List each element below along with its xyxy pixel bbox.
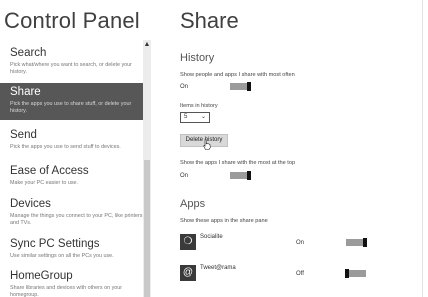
hand-cursor-icon xyxy=(203,139,211,150)
toggle-knob xyxy=(247,82,251,91)
items-in-history-select[interactable]: 5 ⌄ xyxy=(180,112,210,123)
nav-item-desc: Pick the apps you use to send stuff to d… xyxy=(10,144,121,150)
page-title: Share xyxy=(180,8,239,33)
nav-item-title: Sync PC Settings xyxy=(10,238,100,250)
nav-item-desc: Pick what/where you want to search, or d… xyxy=(10,62,132,75)
tweetrama-icon: @ xyxy=(180,265,196,281)
toggle-knob xyxy=(247,171,251,180)
nav-scrollbar[interactable]: ▲ xyxy=(143,40,151,297)
apps-section-title: Apps xyxy=(180,198,206,210)
nav-item-title: Send xyxy=(10,129,37,141)
scroll-thumb[interactable] xyxy=(144,160,150,297)
app-state: Off xyxy=(296,271,304,277)
nav-item-title: Devices xyxy=(10,198,51,210)
nav-item-ease-of-access[interactable]: Ease of Access Make your PC easier to us… xyxy=(0,162,143,192)
app-name: Tweet@rama xyxy=(200,265,236,271)
window-edge-divider xyxy=(422,0,423,297)
nav-item-send[interactable]: Send Pick the apps you use to send stuff… xyxy=(0,126,143,156)
chevron-down-icon: ⌄ xyxy=(200,114,206,120)
toggle-knob xyxy=(345,269,349,278)
apps-label: Show these apps in the share pane xyxy=(180,218,268,224)
scroll-up-arrow-icon[interactable]: ▲ xyxy=(143,40,151,50)
socialite-icon: ❍ xyxy=(180,234,196,250)
nav-item-devices[interactable]: Devices Manage the things you connect to… xyxy=(0,195,143,231)
show-frequent-toggle[interactable] xyxy=(230,82,251,91)
app-row-tweetrama: @ Tweet@rama Off xyxy=(180,265,420,283)
nav-item-homegroup[interactable]: HomeGroup Share libraries and devices wi… xyxy=(0,267,143,297)
socialite-toggle[interactable] xyxy=(346,238,367,247)
show-frequent-state: On xyxy=(180,84,189,90)
nav-item-desc: Use similar settings on all the PCs you … xyxy=(10,253,114,259)
nav-item-desc: Make your PC easier to use. xyxy=(10,180,79,186)
nav-item-share[interactable]: Share Pick the apps you use to share stu… xyxy=(0,83,143,120)
nav-item-desc: Share libraries and devices with others … xyxy=(10,285,123,297)
nav-item-title: Search xyxy=(10,47,47,59)
nav-item-title: Ease of Access xyxy=(10,165,89,177)
items-in-history-value: 5 xyxy=(184,114,188,120)
nav-item-search[interactable]: Search Pick what/where you want to searc… xyxy=(0,44,143,84)
app-state: On xyxy=(296,240,305,246)
top-apps-state: On xyxy=(180,173,189,179)
nav-item-desc: Pick the apps you use to share stuff, or… xyxy=(10,101,132,114)
control-panel-title: Control Panel xyxy=(4,8,140,33)
history-section-title: History xyxy=(180,52,215,64)
top-apps-toggle[interactable] xyxy=(230,171,251,180)
app-name: Socialite xyxy=(200,234,223,240)
nav-item-sync-pc-settings[interactable]: Sync PC Settings Use similar settings on… xyxy=(0,235,143,265)
top-apps-label: Show the apps I share with the most at t… xyxy=(180,160,296,166)
app-row-socialite: ❍ Socialite On xyxy=(180,234,420,252)
nav-item-title: Share xyxy=(10,86,41,98)
nav-item-desc: Manage the things you connect to your PC… xyxy=(10,213,143,226)
control-panel-nav: Control Panel Search Pick what/where you… xyxy=(0,0,152,297)
tweetrama-toggle[interactable] xyxy=(345,269,366,278)
items-in-history-label: Items in history xyxy=(180,103,218,109)
toggle-knob xyxy=(363,238,367,247)
nav-item-title: HomeGroup xyxy=(10,270,73,282)
show-frequent-label: Show people and apps I share with most o… xyxy=(180,72,295,78)
share-settings-pane: Share History Show people and apps I sha… xyxy=(152,0,428,297)
